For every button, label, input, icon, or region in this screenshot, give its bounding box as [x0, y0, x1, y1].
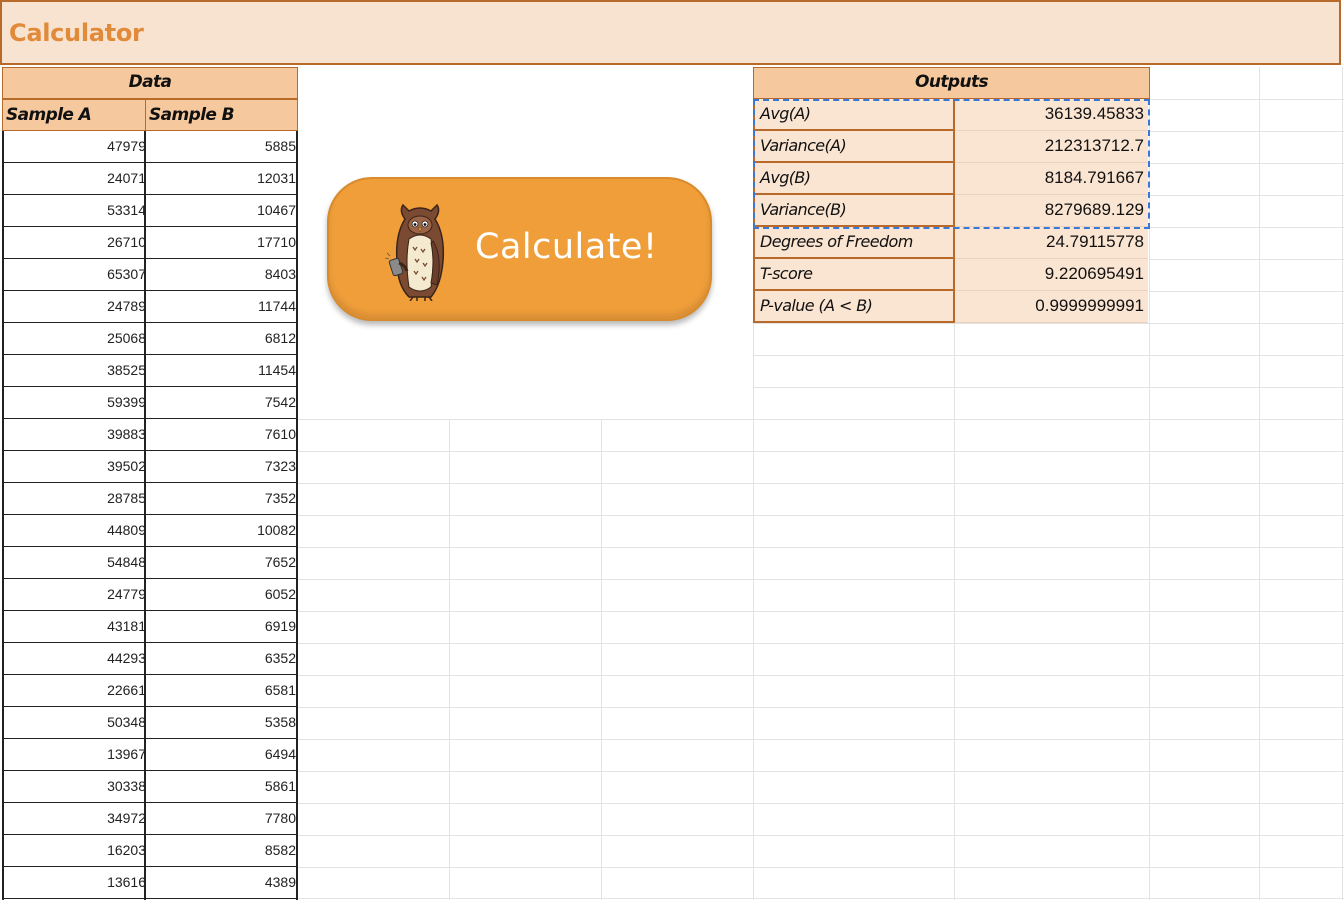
sample-b-cell[interactable]: 7323 [146, 451, 300, 483]
output-value[interactable]: 36139.45833 [955, 99, 1148, 131]
sample-a-header[interactable]: Sample A [2, 99, 146, 131]
table-row: 59399 7542 [4, 387, 296, 419]
table-row: 28785 7352 [4, 483, 296, 515]
output-label[interactable]: Variance(A) [753, 131, 955, 163]
table-row: 24789 11744 [4, 291, 296, 323]
outputs-header[interactable]: Outputs [753, 67, 1150, 99]
table-row: 16203 8582 [4, 835, 296, 867]
table-row: 22661 6581 [4, 675, 296, 707]
sample-b-cell[interactable]: 11454 [146, 355, 300, 387]
sample-b-cell[interactable]: 4389 [146, 867, 300, 899]
outputs-table-body: Avg(A) 36139.45833 Variance(A) 212313712.7 A… [753, 99, 1150, 323]
sample-b-cell[interactable]: 12031 [146, 163, 300, 195]
sample-a-cell[interactable]: 26710 [4, 227, 150, 259]
output-value[interactable]: 212313712.7 [955, 131, 1148, 163]
sample-a-cell[interactable]: 22661 [4, 675, 150, 707]
sample-b-cell[interactable]: 8403 [146, 259, 300, 291]
table-row: 38525 11454 [4, 355, 296, 387]
table-row: 25068 6812 [4, 323, 296, 355]
sample-b-cell[interactable]: 11744 [146, 291, 300, 323]
table-row: 54848 7652 [4, 547, 296, 579]
sample-a-cell[interactable]: 38525 [4, 355, 150, 387]
table-row: 30338 5861 [4, 771, 296, 803]
sample-b-cell[interactable]: 6494 [146, 739, 300, 771]
sample-a-cell[interactable]: 44809 [4, 515, 150, 547]
sample-b-cell[interactable]: 7610 [146, 419, 300, 451]
table-row: 13616 4389 [4, 867, 296, 899]
sample-a-cell[interactable]: 53314 [4, 195, 150, 227]
calculate-button-label: Calculate! [475, 227, 658, 267]
table-row: 44809 10082 [4, 515, 296, 547]
table-row: 34972 7780 [4, 803, 296, 835]
table-row: 53314 10467 [4, 195, 296, 227]
table-row: 13967 6494 [4, 739, 296, 771]
sample-a-cell[interactable]: 44293 [4, 643, 150, 675]
page-title: Calculator [9, 19, 144, 47]
sample-b-cell[interactable]: 17710 [146, 227, 300, 259]
sample-a-cell[interactable]: 54848 [4, 547, 150, 579]
table-row: 24779 6052 [4, 579, 296, 611]
sample-b-cell[interactable]: 6812 [146, 323, 300, 355]
sample-a-cell[interactable]: 24789 [4, 291, 150, 323]
sample-b-cell[interactable]: 8582 [146, 835, 300, 867]
output-label[interactable]: Variance(B) [753, 195, 955, 227]
table-row: 44293 6352 [4, 643, 296, 675]
output-value[interactable]: 8279689.129 [955, 195, 1148, 227]
title-bar: Calculator [0, 0, 1341, 65]
sample-b-cell[interactable]: 5861 [146, 771, 300, 803]
sample-a-cell[interactable]: 30338 [4, 771, 150, 803]
output-value[interactable]: 0.9999999991 [955, 291, 1148, 323]
output-value[interactable]: 8184.791667 [955, 163, 1148, 195]
sample-a-cell[interactable]: 28785 [4, 483, 150, 515]
sample-a-cell[interactable]: 25068 [4, 323, 150, 355]
output-label[interactable]: Avg(A) [753, 99, 955, 131]
output-label[interactable]: T-score [753, 259, 955, 291]
output-value[interactable]: 24.79115778 [955, 227, 1148, 259]
table-row: 43181 6919 [4, 611, 296, 643]
output-value[interactable]: 9.220695491 [955, 259, 1148, 291]
sample-b-cell[interactable]: 10082 [146, 515, 300, 547]
table-row: 24071 12031 [4, 163, 296, 195]
data-header[interactable]: Data [2, 67, 298, 99]
sample-b-cell[interactable]: 6581 [146, 675, 300, 707]
output-label[interactable]: P-value (A < B) [753, 291, 955, 323]
table-row: 50348 5358 [4, 707, 296, 739]
sample-a-cell[interactable]: 47979 [4, 131, 150, 163]
output-label[interactable]: Avg(B) [753, 163, 955, 195]
owl-holding-phone-icon [385, 203, 445, 301]
table-row: 39502 7323 [4, 451, 296, 483]
sample-a-cell[interactable]: 43181 [4, 611, 150, 643]
sample-a-cell[interactable]: 24779 [4, 579, 150, 611]
sample-a-cell[interactable]: 24071 [4, 163, 150, 195]
table-row: 26710 17710 [4, 227, 296, 259]
sample-a-cell[interactable]: 13616 [4, 867, 150, 899]
sample-a-cell[interactable]: 39883 [4, 419, 150, 451]
sample-b-cell[interactable]: 6352 [146, 643, 300, 675]
calculate-button[interactable]: Calculate! [327, 177, 712, 321]
sample-b-cell[interactable]: 5358 [146, 707, 300, 739]
sample-a-cell[interactable]: 65307 [4, 259, 150, 291]
sample-a-cell[interactable]: 34972 [4, 803, 150, 835]
table-row: 65307 8403 [4, 259, 296, 291]
sample-b-cell[interactable]: 7652 [146, 547, 300, 579]
sample-b-cell[interactable]: 7780 [146, 803, 300, 835]
sample-b-cell[interactable]: 7352 [146, 483, 300, 515]
sample-b-cell[interactable]: 7542 [146, 387, 300, 419]
output-label[interactable]: Degrees of Freedom [753, 227, 955, 259]
sample-a-cell[interactable]: 16203 [4, 835, 150, 867]
table-row: 47979 5885 [4, 131, 296, 163]
sample-b-cell[interactable]: 6052 [146, 579, 300, 611]
sample-a-cell[interactable]: 13967 [4, 739, 150, 771]
sample-a-cell[interactable]: 59399 [4, 387, 150, 419]
data-column-divider [144, 131, 146, 900]
table-row: 39883 7610 [4, 419, 296, 451]
data-table-body: 47979 5885 24071 12031 53314 10467 26710 17710 6… [2, 131, 298, 900]
sample-a-cell[interactable]: 50348 [4, 707, 150, 739]
sample-b-cell[interactable]: 10467 [146, 195, 300, 227]
sample-b-cell[interactable]: 5885 [146, 131, 300, 163]
sample-b-cell[interactable]: 6919 [146, 611, 300, 643]
sample-b-header[interactable]: Sample B [145, 99, 298, 131]
sample-a-cell[interactable]: 39502 [4, 451, 150, 483]
